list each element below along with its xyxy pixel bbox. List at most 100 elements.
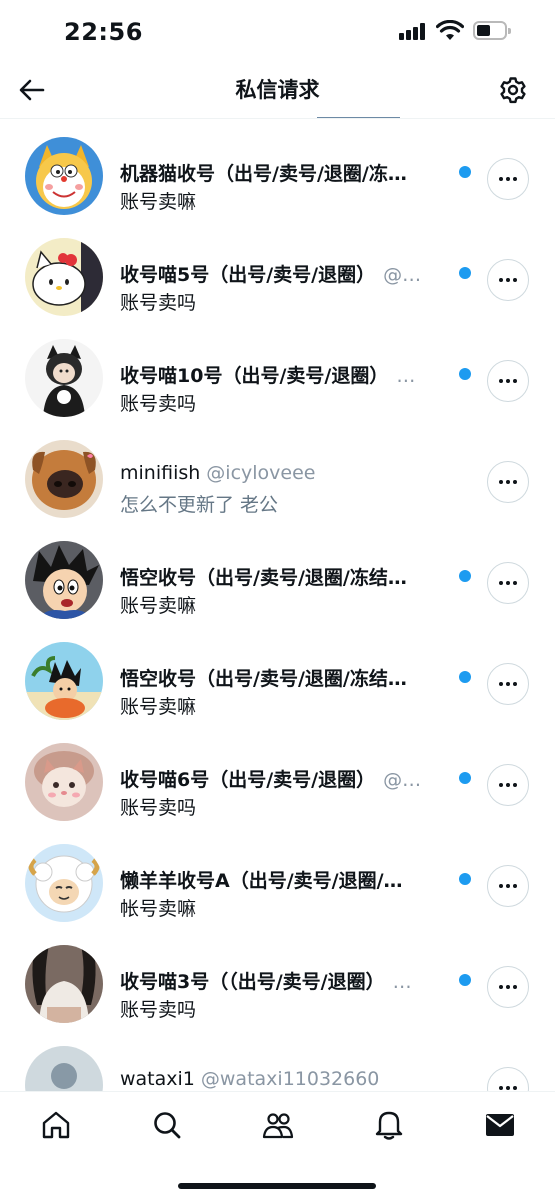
unread-dot — [459, 873, 471, 885]
sender-handle: @… — [383, 769, 422, 791]
status-time: 22:56 — [64, 18, 143, 46]
sender-name: 收号喵6号（出号/卖号/退圈） — [120, 769, 376, 791]
more-options-button[interactable] — [487, 966, 529, 1008]
tab-home[interactable] — [39, 1108, 73, 1142]
conversation-name: 悟空收号（出号/卖号/退圈/冻结… — [120, 664, 440, 691]
more-options-button[interactable] — [487, 562, 529, 604]
message-preview: 帐号卖嘛 — [120, 898, 197, 920]
home-indicator — [178, 1183, 376, 1189]
message-preview: 怎么不更新了 老公 — [120, 494, 279, 516]
tab-communities[interactable] — [261, 1108, 295, 1142]
avatar[interactable] — [25, 541, 103, 619]
unread-dot — [459, 772, 471, 784]
conversation-row[interactable]: 机器猫收号（出号/卖号/退圈/冻… 账号卖嘛 — [0, 119, 555, 219]
tab-notifications[interactable] — [372, 1108, 406, 1142]
gear-icon — [500, 77, 526, 104]
more-dots-icon — [499, 177, 517, 181]
message-preview: 账号卖嘛 — [120, 696, 197, 718]
conversation-name: 收号喵6号（出号/卖号/退圈） @… — [120, 765, 440, 792]
sender-name: 悟空收号（出号/卖号/退圈/冻结… — [120, 668, 407, 690]
communities-icon — [262, 1113, 294, 1139]
conversation-name: 收号喵10号（出号/卖号/退圈） … — [120, 361, 440, 388]
conversation-row[interactable]: minifiish @icyloveee 怎么不更新了 老公 — [0, 422, 555, 522]
conversation-row[interactable]: 收号喵5号（出号/卖号/退圈） @… 账号卖吗 — [0, 220, 555, 320]
avatar[interactable] — [25, 238, 103, 316]
more-options-button[interactable] — [487, 764, 529, 806]
more-options-button[interactable] — [487, 663, 529, 705]
message-preview: 账号卖吗 — [120, 292, 197, 314]
unread-dot — [459, 974, 471, 986]
more-options-button[interactable] — [487, 865, 529, 907]
sender-name: 机器猫收号（出号/卖号/退圈/冻… — [120, 163, 407, 185]
message-preview: 账号卖嘛 — [120, 595, 197, 617]
tab-messages[interactable] — [483, 1108, 517, 1142]
cat-meme-avatar-icon — [25, 743, 103, 821]
more-dots-icon — [499, 581, 517, 585]
sender-handle: … — [396, 365, 416, 387]
unread-dot — [459, 368, 471, 380]
avatar[interactable] — [25, 1046, 103, 1091]
cat-girl-avatar-icon — [25, 339, 103, 417]
avatar[interactable] — [25, 945, 103, 1023]
conversation-row[interactable]: 悟空收号（出号/卖号/退圈/冻结… 账号卖嘛 — [0, 624, 555, 724]
sender-name: 收号喵10号（出号/卖号/退圈） — [120, 365, 389, 387]
status-bar: 22:56 — [0, 0, 555, 60]
dog-nose-avatar-icon — [25, 440, 103, 518]
more-options-button[interactable] — [487, 1067, 529, 1091]
avatar[interactable] — [25, 642, 103, 720]
unread-dot — [459, 166, 471, 178]
avatar[interactable] — [25, 339, 103, 417]
more-dots-icon — [499, 278, 517, 282]
message-preview: 账号卖吗 — [120, 999, 197, 1021]
tab-search[interactable] — [150, 1108, 184, 1142]
more-options-button[interactable] — [487, 461, 529, 503]
more-dots-icon — [499, 379, 517, 383]
more-dots-icon — [499, 783, 517, 787]
goku-beach-avatar-icon — [25, 642, 103, 720]
conversation-row[interactable]: 悟空收号（出号/卖号/退圈/冻结… 账号卖嘛 — [0, 523, 555, 623]
goku-avatar-icon — [25, 541, 103, 619]
battery-icon — [473, 21, 511, 40]
sender-name: 收号喵3号（（出号/卖号/退圈） — [120, 971, 385, 993]
avatar[interactable] — [25, 440, 103, 518]
home-icon — [42, 1111, 70, 1139]
more-options-button[interactable] — [487, 158, 529, 200]
photo-avatar-icon — [25, 945, 103, 1023]
more-options-button[interactable] — [487, 259, 529, 301]
conversation-row[interactable]: 收号喵6号（出号/卖号/退圈） @… 账号卖吗 — [0, 725, 555, 825]
more-dots-icon — [499, 985, 517, 989]
cellular-signal-icon — [399, 22, 429, 40]
header: 私信请求 — [0, 60, 555, 119]
avatar[interactable] — [25, 844, 103, 922]
sender-name: 收号喵5号（出号/卖号/退圈） — [120, 264, 376, 286]
more-dots-icon — [499, 682, 517, 686]
sender-name: wataxi1 — [120, 1068, 195, 1090]
unread-dot — [459, 570, 471, 582]
lazy-sheep-avatar-icon — [25, 844, 103, 922]
unread-dot — [459, 671, 471, 683]
envelope-icon — [486, 1114, 514, 1136]
conversation-name: wataxi1 @wataxi11032660 — [120, 1068, 440, 1090]
conversation-row[interactable]: 收号喵3号（（出号/卖号/退圈） … 账号卖吗 — [0, 927, 555, 1027]
more-dots-icon — [499, 884, 517, 888]
conversation-row[interactable]: 懒羊羊收号A（出号/卖号/退圈/… 帐号卖嘛 — [0, 826, 555, 926]
hello-kitty-avatar-icon — [25, 238, 103, 316]
conversation-row[interactable]: wataxi1 @wataxi11032660 — [0, 1028, 555, 1091]
bell-icon — [375, 1111, 403, 1140]
avatar[interactable] — [25, 137, 103, 215]
conversation-row[interactable]: 收号喵10号（出号/卖号/退圈） … 账号卖吗 — [0, 321, 555, 421]
sender-handle: @icyloveee — [206, 462, 316, 484]
more-options-button[interactable] — [487, 360, 529, 402]
conversation-name: 悟空收号（出号/卖号/退圈/冻结… — [120, 563, 440, 590]
conversation-name: 机器猫收号（出号/卖号/退圈/冻… — [120, 159, 440, 186]
sender-name: 懒羊羊收号A（出号/卖号/退圈/… — [120, 870, 403, 892]
sender-name: minifiish — [120, 462, 201, 484]
settings-button[interactable] — [497, 74, 529, 106]
wifi-icon — [436, 20, 464, 40]
sender-name: 悟空收号（出号/卖号/退圈/冻结… — [120, 567, 407, 589]
avatar[interactable] — [25, 743, 103, 821]
conversation-list[interactable]: 机器猫收号（出号/卖号/退圈/冻… 账号卖嘛 收号喵5号（出号/卖号/退圈） @… — [0, 119, 555, 1091]
sender-handle: @wataxi11032660 — [200, 1068, 380, 1090]
default-avatar-icon — [25, 1046, 103, 1091]
conversation-name: 收号喵5号（出号/卖号/退圈） @… — [120, 260, 440, 287]
